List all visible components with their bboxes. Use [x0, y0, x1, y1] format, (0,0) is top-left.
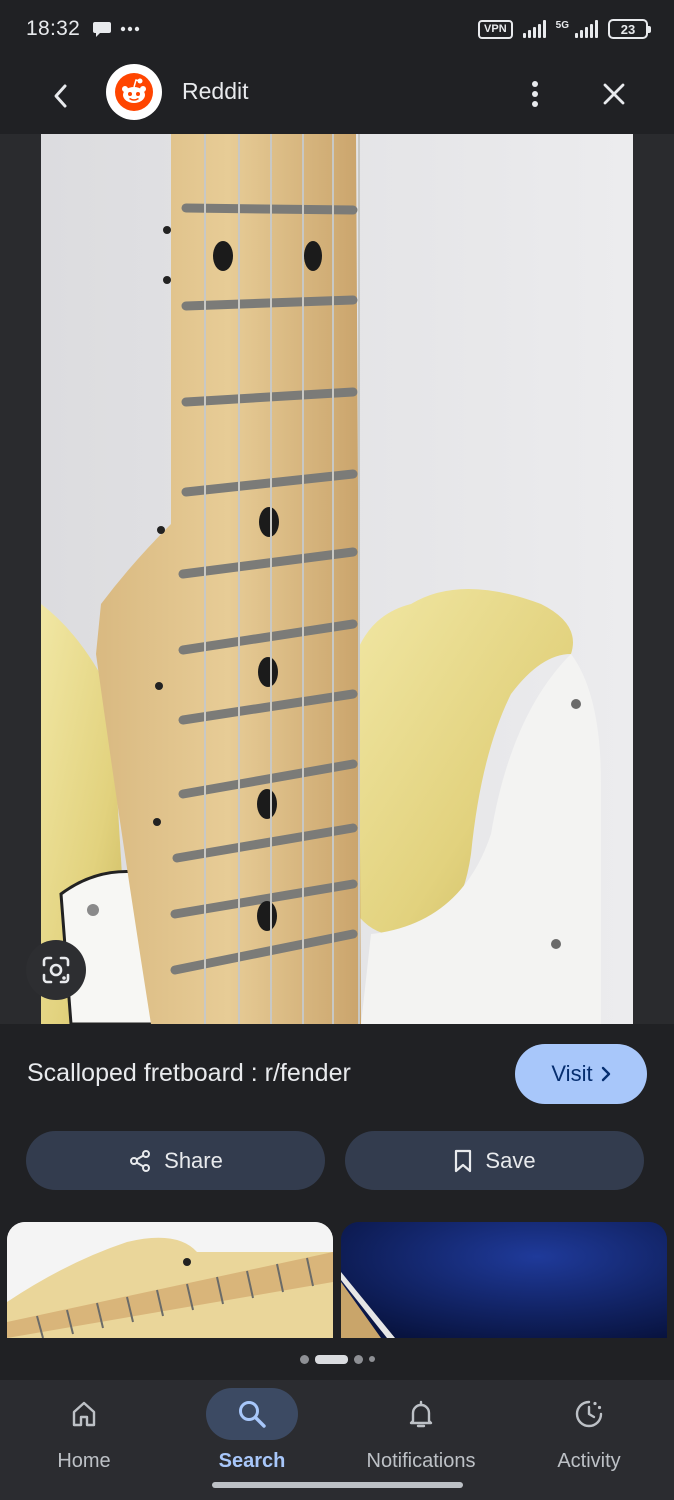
viewer-top-bar: Reddit: [0, 58, 674, 134]
home-icon: [72, 1401, 96, 1427]
bell-icon: [409, 1400, 433, 1428]
site-name[interactable]: Reddit: [182, 78, 248, 105]
more-vertical-icon: [532, 81, 538, 107]
back-button[interactable]: [40, 76, 80, 116]
nav-label-activity: Activity: [557, 1450, 621, 1472]
share-label: Share: [164, 1147, 223, 1173]
nav-item-home[interactable]: Home: [0, 1380, 168, 1480]
nav-label-home: Home: [57, 1450, 111, 1472]
pager-dot-active: [314, 1354, 348, 1364]
visit-label: Visit: [551, 1061, 593, 1086]
chevron-left-icon: [54, 84, 67, 108]
related-pager: [0, 1353, 674, 1365]
more-options-button[interactable]: [515, 74, 555, 114]
status-bar: 18:32 VPN 5G 23: [0, 0, 674, 58]
image-preview-area: [0, 134, 674, 1024]
pager-dot: [368, 1356, 375, 1362]
share-icon: [130, 1149, 151, 1172]
related-image-1[interactable]: [7, 1222, 333, 1338]
status-right: VPN 5G 23: [478, 19, 651, 39]
reddit-logo[interactable]: [106, 64, 162, 120]
signal-icon-2: [575, 20, 598, 38]
nav-icon-wrap: [543, 1388, 635, 1440]
share-button[interactable]: Share: [26, 1131, 325, 1190]
battery-icon: 23: [608, 19, 651, 39]
nav-item-notifications[interactable]: Notifications: [337, 1380, 505, 1480]
vpn-badge: VPN: [478, 19, 513, 39]
network-type: 5G: [555, 20, 569, 31]
nav-label-search: Search: [218, 1450, 286, 1472]
signal-icon: [522, 20, 546, 38]
nav-label-notifications: Notifications: [366, 1450, 476, 1472]
battery-level: 23: [620, 21, 636, 37]
save-button[interactable]: Save: [345, 1131, 644, 1190]
pager-dot: [353, 1354, 363, 1364]
close-button[interactable]: [594, 74, 634, 114]
bookmark-icon: [455, 1149, 472, 1172]
chat-bubble-icon: [93, 22, 112, 37]
lens-icon: [42, 956, 70, 984]
status-time: 18:32: [26, 17, 81, 40]
close-icon: [603, 83, 625, 105]
activity-icon: [575, 1400, 603, 1428]
guitar-fretboard-photo: [41, 134, 633, 1024]
nav-icon-wrap: [38, 1388, 130, 1440]
result-title[interactable]: Scalloped fretboard : r/fender: [27, 1059, 351, 1088]
save-label: Save: [485, 1147, 536, 1173]
reddit-logo-icon: [115, 73, 153, 111]
related-image-2[interactable]: [341, 1222, 667, 1338]
related-images: [0, 1222, 674, 1338]
chevron-right-icon: [601, 1066, 610, 1082]
nav-icon-wrap: [375, 1388, 467, 1440]
visit-button[interactable]: Visit: [515, 1044, 647, 1104]
nav-item-activity[interactable]: Activity: [505, 1380, 673, 1480]
related-image-blue-guitar: [341, 1222, 667, 1338]
more-dots-icon: [120, 26, 140, 32]
gesture-handle[interactable]: [212, 1482, 463, 1488]
main-result-image[interactable]: [41, 134, 633, 1024]
related-image-guitar-neck: [7, 1222, 333, 1338]
nav-item-search[interactable]: Search: [168, 1380, 336, 1480]
search-icon: [239, 1401, 266, 1428]
google-lens-button[interactable]: [26, 940, 86, 1000]
pager-dot: [299, 1354, 309, 1364]
status-left-icons: [92, 20, 140, 38]
nav-icon-wrap: [206, 1388, 298, 1440]
result-caption: Scalloped fretboard : r/fender Visit: [0, 1024, 674, 1124]
